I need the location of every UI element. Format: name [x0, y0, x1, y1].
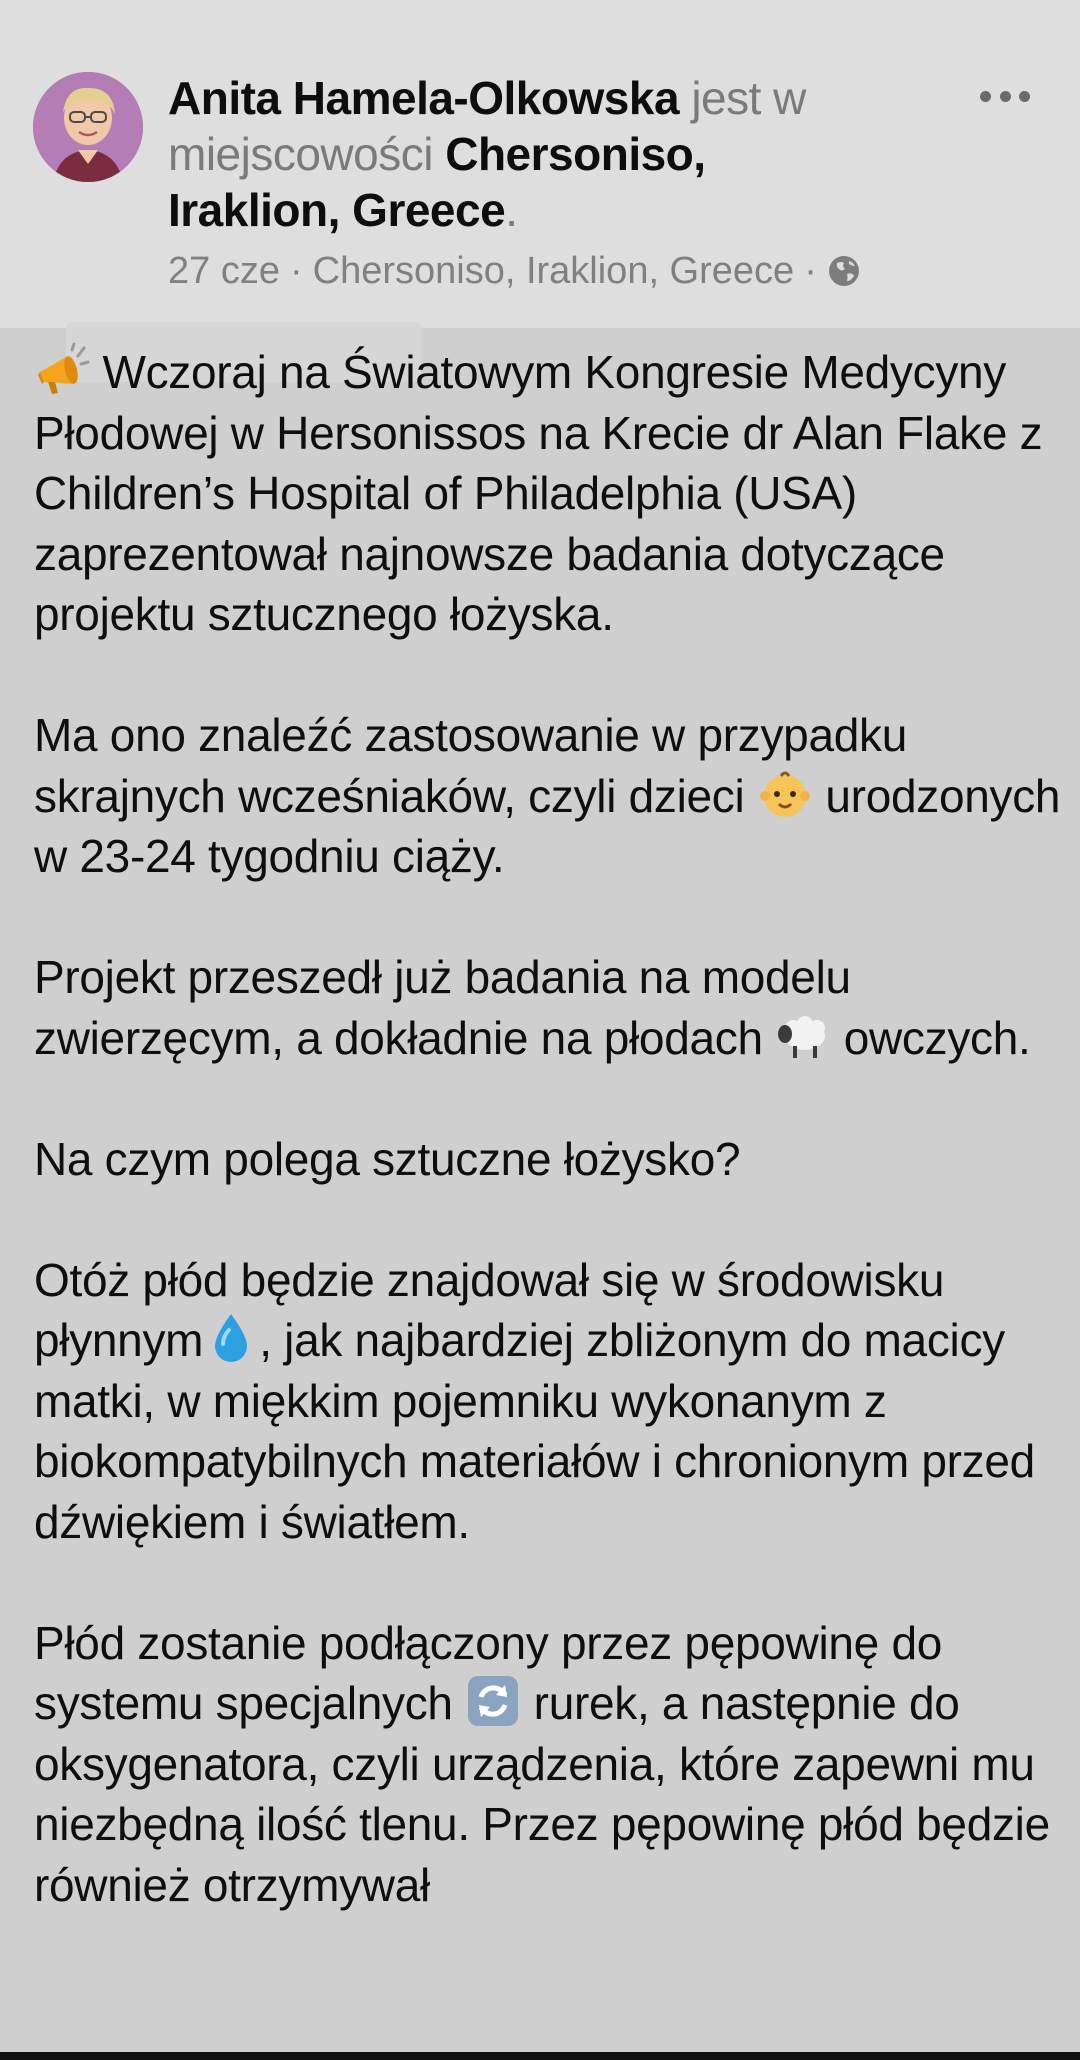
author-name[interactable]: Anita Hamela-Olkowska — [168, 72, 680, 124]
more-options-button[interactable] — [980, 82, 1030, 110]
counterclockwise-arrows-emoji — [468, 1676, 519, 1726]
post-paragraph: Wczoraj na Światowym Kongresie Medycyny … — [34, 342, 1064, 645]
post-meta: 27 cze · Chersoniso, Iraklion, Greece · — [168, 248, 861, 294]
paragraph-text: owczych. — [843, 1011, 1031, 1064]
more-dot — [980, 90, 991, 102]
facebook-post-screen: Anita Hamela-Olkowska jest w miejscowośc… — [0, 0, 1080, 2060]
post-author-line: Anita Hamela-Olkowska jest w miejscowośc… — [168, 70, 868, 238]
post-paragraph: Otóż płód będzie znajdował się w środowi… — [34, 1250, 1064, 1553]
sheep-emoji — [778, 1015, 826, 1058]
author-avatar[interactable] — [33, 72, 143, 182]
avatar-portrait-icon — [33, 72, 143, 182]
post-paragraph: Projekt przeszedł już badania na modelu … — [34, 947, 1064, 1068]
more-dot — [1019, 90, 1030, 102]
baby-emoji — [759, 771, 810, 817]
place-period: . — [505, 184, 518, 236]
post-paragraph: Ma ono znaleźć zastosowanie w przypadku … — [34, 705, 1064, 887]
paragraph-text: Projekt przeszedł już badania na modelu … — [34, 951, 851, 1064]
post-header: Anita Hamela-Olkowska jest w miejscowośc… — [0, 0, 1080, 328]
globe-icon[interactable] — [827, 254, 861, 288]
meta-separator: · — [804, 250, 817, 292]
post-paragraph: Na czym polega sztuczne łożysko? — [34, 1129, 1064, 1190]
post-location[interactable]: Chersoniso, Iraklion, Greece — [313, 248, 795, 294]
meta-separator: · — [289, 250, 303, 292]
droplet-emoji — [215, 1314, 248, 1362]
more-dot — [999, 90, 1011, 102]
post-paragraph: Płód zostanie podłączony przez pępowinę … — [34, 1613, 1064, 1916]
megaphone-emoji — [38, 342, 90, 394]
paragraph-text: Wczoraj na Światowym Kongresie Medycyny … — [34, 346, 1043, 640]
screen-bottom-edge — [0, 2052, 1080, 2060]
post-date[interactable]: 27 cze — [168, 248, 280, 294]
post-text: Wczoraj na Światowym Kongresie Medycyny … — [34, 342, 1064, 1976]
paragraph-text: Na czym polega sztuczne łożysko? — [34, 1132, 741, 1185]
